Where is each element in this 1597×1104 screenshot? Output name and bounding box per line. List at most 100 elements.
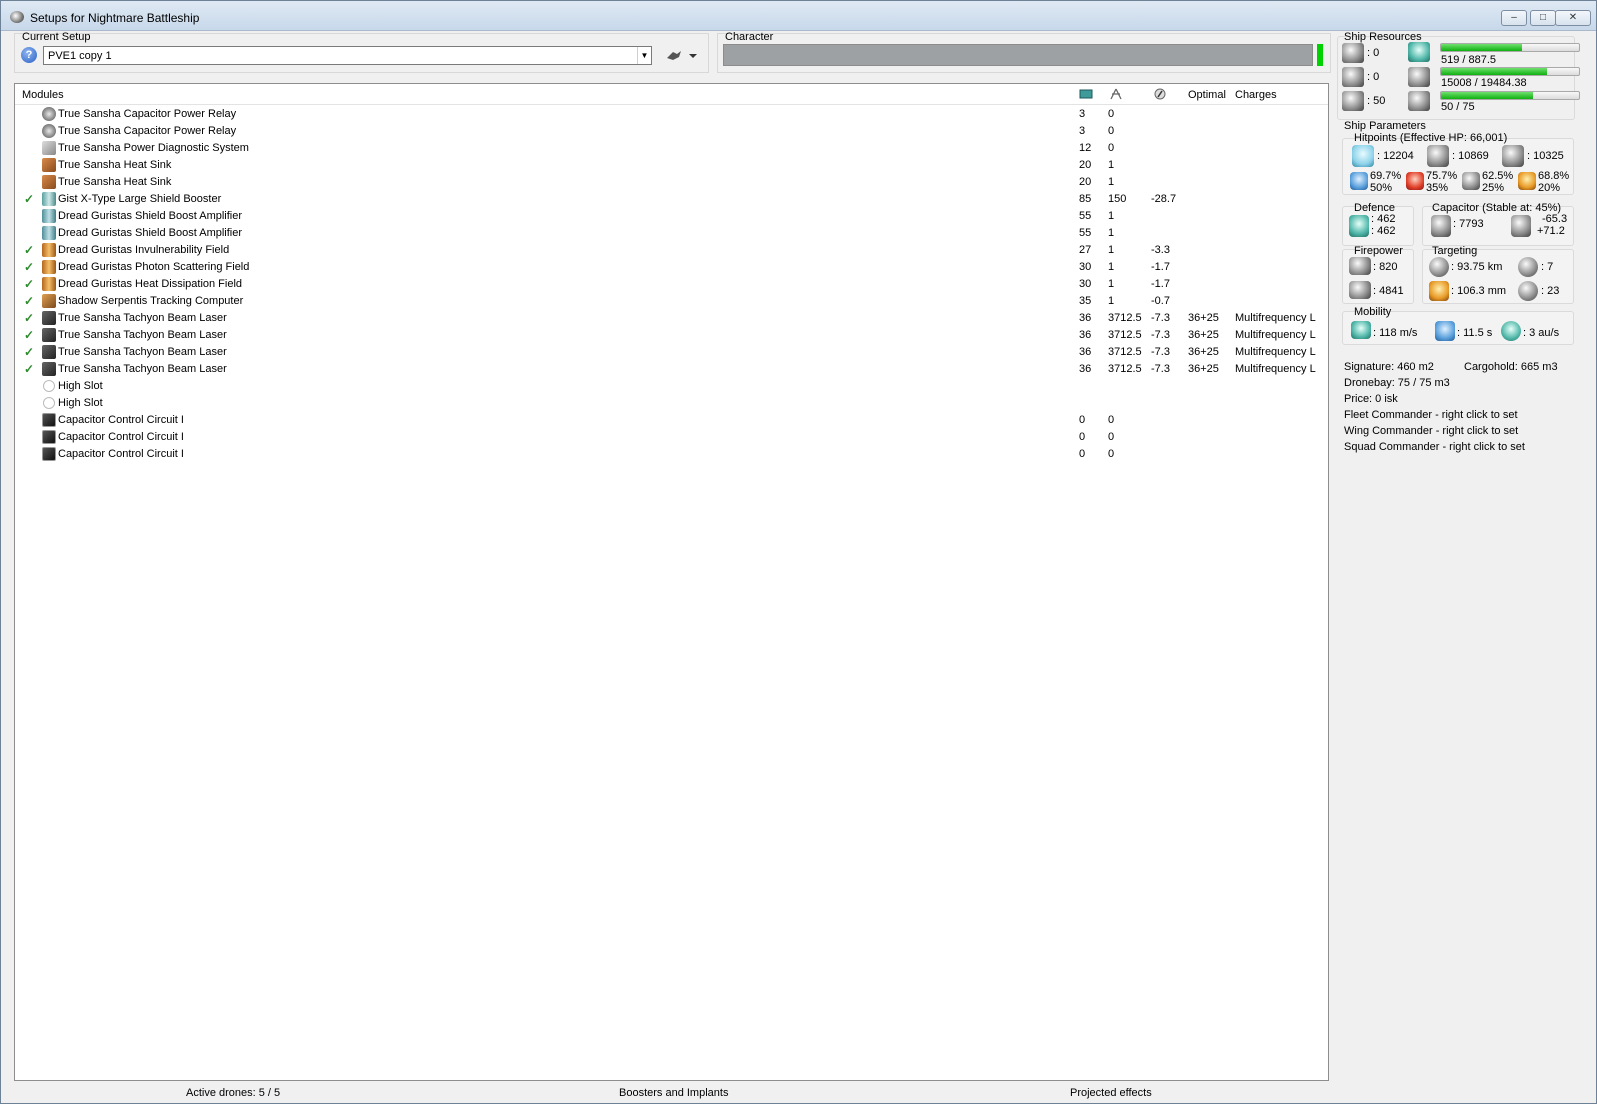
- projected-effects-button[interactable]: Projected effects: [1070, 1087, 1152, 1099]
- module-cpu: 85: [1079, 193, 1092, 205]
- module-row[interactable]: True Sansha Capacitor Power Relay 3 0: [15, 123, 1328, 140]
- module-name: Capacitor Control Circuit I: [58, 414, 184, 426]
- module-row[interactable]: True Sansha Heat Sink 20 1: [15, 157, 1328, 174]
- module-row[interactable]: Capacitor Control Circuit I 0 0: [15, 412, 1328, 429]
- em-resist-a: 69.7%: [1370, 170, 1402, 182]
- module-row[interactable]: ✓ True Sansha Tachyon Beam Laser 36 3712.5-…: [15, 344, 1328, 361]
- capacitor-icon[interactable]: [1153, 88, 1167, 100]
- chevron-down-icon[interactable]: ▼: [637, 47, 651, 64]
- module-cpu: 3: [1079, 125, 1086, 137]
- targeting-range-icon: [1429, 257, 1449, 277]
- module-charges: Multifrequency L: [1235, 346, 1316, 358]
- character-select[interactable]: [723, 44, 1313, 66]
- module-row[interactable]: High Slot: [15, 395, 1328, 412]
- current-setup-label: Current Setup: [22, 31, 91, 43]
- launcher-hardpoint-icon: [1342, 67, 1364, 87]
- calibration-icon: [1342, 91, 1364, 111]
- close-button[interactable]: ✕: [1555, 10, 1591, 26]
- thermal-resist-a: 75.7%: [1426, 170, 1458, 182]
- module-row[interactable]: Dread Guristas Shield Boost Amplifier 55 1: [15, 225, 1328, 242]
- em-resist-b: 50%: [1370, 182, 1393, 194]
- hardener-icon: [42, 260, 56, 274]
- module-powergrid: 0: [1108, 414, 1115, 426]
- active-check-icon[interactable]: ✓: [24, 362, 34, 376]
- module-row[interactable]: ✓ True Sansha Tachyon Beam Laser 36 3712.5-…: [15, 361, 1328, 378]
- shield-amplifier-icon: [42, 209, 56, 223]
- beam-laser-icon: [42, 311, 56, 325]
- active-check-icon[interactable]: ✓: [24, 328, 34, 342]
- module-cpu: 27: [1079, 244, 1092, 256]
- turret-hardpoint-icon: [1342, 43, 1364, 63]
- module-powergrid: 0: [1108, 125, 1115, 137]
- module-row[interactable]: Capacitor Control Circuit I 0 0: [15, 429, 1328, 446]
- hardener-icon: [42, 243, 56, 257]
- module-name: True Sansha Capacitor Power Relay: [58, 125, 237, 137]
- squad-commander-slot[interactable]: Squad Commander - right click to set: [1344, 441, 1525, 453]
- module-row[interactable]: ✓ Gist X-Type Large Shield Booster 85 150 -2…: [15, 191, 1328, 208]
- modules-list[interactable]: Modules Optimal Charges True Sansha Capa…: [14, 83, 1329, 1081]
- active-check-icon[interactable]: ✓: [24, 294, 34, 308]
- module-cpu: 30: [1079, 261, 1092, 273]
- powergrid-icon[interactable]: [1109, 88, 1123, 100]
- cpu-icon[interactable]: [1079, 88, 1093, 100]
- column-modules[interactable]: Modules: [22, 89, 64, 101]
- module-name: True Sansha Capacitor Power Relay: [58, 108, 237, 120]
- module-row[interactable]: Capacitor Control Circuit I 0 0: [15, 446, 1328, 463]
- active-drones-button[interactable]: Active drones: 5 / 5: [186, 1087, 280, 1099]
- column-charges[interactable]: Charges: [1235, 89, 1277, 101]
- fleet-commander-slot[interactable]: Fleet Commander - right click to set: [1344, 409, 1518, 421]
- module-capacitor: -7.3: [1151, 329, 1170, 341]
- active-check-icon[interactable]: ✓: [24, 192, 34, 206]
- active-check-icon[interactable]: ✓: [24, 243, 34, 257]
- armor-hp-icon: [1427, 145, 1449, 167]
- module-row[interactable]: True Sansha Heat Sink 20 1: [15, 174, 1328, 191]
- module-capacitor: -1.7: [1151, 278, 1170, 290]
- module-row[interactable]: True Sansha Power Diagnostic System 12 0: [15, 140, 1328, 157]
- module-row[interactable]: ✓ Shadow Serpentis Tracking Computer 35 1 -0…: [15, 293, 1328, 310]
- explosive-resist-b: 20%: [1538, 182, 1561, 194]
- module-row[interactable]: High Slot: [15, 378, 1328, 395]
- module-capacitor: -7.3: [1151, 312, 1170, 324]
- setup-select[interactable]: PVE1 copy 1 ▼: [43, 46, 652, 65]
- price-value: Price: 0 isk: [1344, 393, 1398, 405]
- module-row[interactable]: True Sansha Capacitor Power Relay 3 0: [15, 106, 1328, 123]
- module-cpu: 0: [1079, 414, 1086, 426]
- help-icon[interactable]: ?: [21, 47, 37, 63]
- kinetic-resist-a: 62.5%: [1482, 170, 1514, 182]
- max-targets-icon: [1518, 257, 1538, 277]
- active-check-icon[interactable]: ✓: [24, 345, 34, 359]
- module-powergrid: 1: [1108, 176, 1115, 188]
- shield-boost-icon: [1349, 215, 1369, 237]
- app-icon: [10, 11, 24, 23]
- active-check-icon[interactable]: ✓: [24, 277, 34, 291]
- module-row[interactable]: ✓ Dread Guristas Invulnerability Field 27 1…: [15, 242, 1328, 259]
- column-optimal[interactable]: Optimal: [1188, 89, 1226, 101]
- scan-resolution-value: : 106.3 mm: [1451, 285, 1507, 297]
- module-powergrid: 1: [1108, 261, 1115, 273]
- module-name: True Sansha Tachyon Beam Laser: [58, 363, 227, 375]
- module-row[interactable]: ✓ True Sansha Tachyon Beam Laser 36 3712.5-…: [15, 327, 1328, 344]
- maximize-button[interactable]: □: [1530, 10, 1556, 26]
- active-check-icon[interactable]: ✓: [24, 311, 34, 325]
- active-check-icon[interactable]: ✓: [24, 260, 34, 274]
- heat-sink-icon: [42, 175, 56, 189]
- minimize-button[interactable]: –: [1501, 10, 1527, 26]
- module-row[interactable]: ✓ Dread Guristas Photon Scattering Field 3…: [15, 259, 1328, 276]
- module-row[interactable]: Dread Guristas Shield Boost Amplifier 55 1: [15, 208, 1328, 225]
- wing-commander-slot[interactable]: Wing Commander - right click to set: [1344, 425, 1518, 437]
- powergrid-resource-icon: [1408, 67, 1430, 87]
- targeting-range-value: : 93.75 km: [1451, 261, 1503, 273]
- module-name: Capacitor Control Circuit I: [58, 448, 184, 460]
- title-bar[interactable]: Setups for Nightmare Battleship – □ ✕: [1, 1, 1596, 31]
- setups-window: Setups for Nightmare Battleship – □ ✕ Cu…: [0, 0, 1597, 1104]
- boosters-implants-button[interactable]: Boosters and Implants: [619, 1087, 728, 1099]
- capacitor-relay-icon: [42, 124, 56, 138]
- module-row[interactable]: ✓ Dread Guristas Heat Dissipation Field 30…: [15, 276, 1328, 293]
- powergrid-bar-fill: [1441, 68, 1548, 75]
- capacitor-relay-icon: [42, 107, 56, 121]
- setup-tools-button[interactable]: [664, 47, 700, 64]
- mobility-label: Mobility: [1354, 306, 1392, 318]
- kinetic-resist-b: 25%: [1482, 182, 1505, 194]
- module-powergrid: 3712.5: [1108, 346, 1142, 358]
- module-row[interactable]: ✓ True Sansha Tachyon Beam Laser 36 3712.5-…: [15, 310, 1328, 327]
